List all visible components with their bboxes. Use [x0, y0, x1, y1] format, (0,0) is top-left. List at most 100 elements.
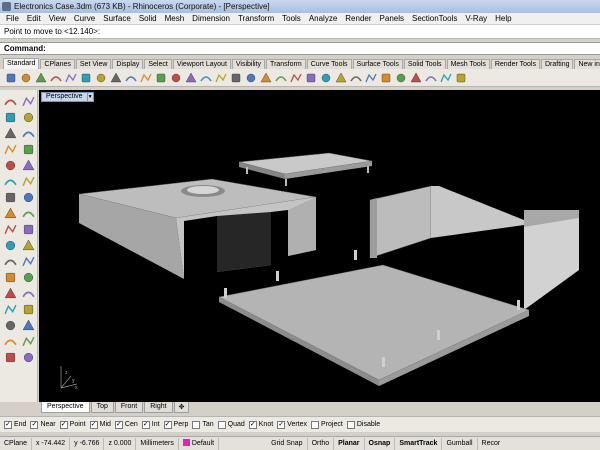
copy-icon[interactable]	[94, 71, 108, 85]
tab-display[interactable]: Display	[112, 59, 144, 69]
status-smarttrack[interactable]: SmartTrack	[395, 437, 443, 450]
sphere-icon[interactable]	[20, 206, 36, 220]
new-file-icon[interactable]	[4, 71, 18, 85]
osnap-perp[interactable]: ✓ Perp	[163, 420, 188, 429]
tab-drafting[interactable]: Drafting	[540, 59, 574, 69]
offset-icon[interactable]	[2, 174, 18, 188]
import-icon[interactable]	[64, 71, 78, 85]
menu-surface[interactable]: Surface	[99, 14, 135, 23]
osnap-disable[interactable]: Disable	[346, 420, 380, 429]
tab-perspective[interactable]: Perspective	[41, 402, 90, 413]
join-icon[interactable]	[20, 254, 36, 268]
tab-front[interactable]: Front	[114, 402, 144, 413]
checkbox[interactable]: ✓	[163, 420, 172, 429]
gear-icon[interactable]	[424, 71, 438, 85]
osnap-mid[interactable]: ✓ Mid	[89, 420, 111, 429]
check-icon[interactable]	[20, 350, 36, 364]
rectangle-icon[interactable]	[20, 142, 36, 156]
render-icon[interactable]	[364, 71, 378, 85]
split-icon[interactable]	[2, 238, 18, 252]
checkbox[interactable]: ✓	[114, 420, 123, 429]
tab-transform[interactable]: Transform	[266, 59, 306, 69]
mirror-icon[interactable]	[20, 302, 36, 316]
zoom-window-icon[interactable]	[184, 71, 198, 85]
menu-transform[interactable]: Transform	[234, 14, 278, 23]
zoom-selected-icon[interactable]	[214, 71, 228, 85]
mesh-icon[interactable]	[20, 222, 36, 236]
polyline-icon[interactable]	[2, 110, 18, 124]
tools-icon[interactable]	[439, 71, 453, 85]
wireframe-sphere-icon[interactable]	[379, 71, 393, 85]
menu-view[interactable]: View	[45, 14, 70, 23]
tab-render-tools[interactable]: Render Tools	[490, 59, 540, 69]
curve-icon[interactable]	[20, 110, 36, 124]
cut-icon[interactable]	[79, 71, 93, 85]
osnap-point[interactable]: ✓ Point	[59, 420, 86, 429]
open-folder-icon[interactable]	[19, 71, 33, 85]
tab-mesh-tools[interactable]: Mesh Tools	[446, 59, 490, 69]
checkbox[interactable]	[217, 420, 226, 429]
shaded-sphere-icon[interactable]	[394, 71, 408, 85]
print-icon[interactable]	[49, 71, 63, 85]
point-cloud-icon[interactable]	[20, 94, 36, 108]
menu-edit[interactable]: Edit	[23, 14, 45, 23]
status-grid-snap[interactable]: Grid Snap	[267, 437, 308, 450]
status-layer[interactable]: Default	[179, 437, 220, 450]
menu-curve[interactable]: Curve	[70, 14, 99, 23]
free-curve-icon[interactable]	[20, 158, 36, 172]
osnap-vertex[interactable]: ✓ Vertex	[277, 420, 307, 429]
menu-mesh[interactable]: Mesh	[161, 14, 189, 23]
copy-tool-icon[interactable]	[20, 270, 36, 284]
rendered-sphere-icon[interactable]	[409, 71, 423, 85]
tab-solid-tools[interactable]: Solid Tools	[403, 59, 446, 69]
checkbox[interactable]: ✓	[277, 420, 286, 429]
explode-icon[interactable]	[2, 254, 18, 268]
chevron-down-icon[interactable]: ▼	[87, 92, 94, 102]
pan-icon[interactable]	[139, 71, 153, 85]
zoom-icon[interactable]	[169, 71, 183, 85]
help-icon[interactable]	[454, 71, 468, 85]
layer-tool-icon[interactable]	[2, 350, 18, 364]
status-record[interactable]: Recor	[478, 438, 505, 450]
menu-file[interactable]: File	[2, 14, 23, 23]
tab-surface-tools[interactable]: Surface Tools	[352, 59, 403, 69]
checkbox[interactable]	[192, 420, 201, 429]
status-osnap[interactable]: Osnap	[365, 437, 396, 450]
add-viewport-icon[interactable]: ✥	[173, 402, 190, 413]
checkbox[interactable]: ✓	[30, 420, 39, 429]
properties-icon[interactable]	[304, 71, 318, 85]
osnap-tan[interactable]: Tan	[192, 420, 214, 429]
osnap-end[interactable]: ✓ End	[4, 420, 26, 429]
text-icon[interactable]	[20, 318, 36, 332]
command-input[interactable]	[48, 43, 596, 54]
viewport-name[interactable]: Perspective	[41, 92, 88, 102]
checkbox[interactable]: ✓	[4, 420, 12, 429]
checkbox[interactable]: ✓	[248, 420, 257, 429]
menu-panels[interactable]: Panels	[376, 14, 408, 23]
dimension-icon[interactable]	[2, 318, 18, 332]
osnap-knot[interactable]: ✓ Knot	[248, 420, 273, 429]
checkbox[interactable]: ✓	[89, 420, 98, 429]
menu-vray[interactable]: V-Ray	[461, 14, 491, 23]
undo-view-icon[interactable]	[244, 71, 258, 85]
tab-select[interactable]: Select	[144, 59, 172, 69]
menu-help[interactable]: Help	[491, 14, 515, 23]
tab-cplanes[interactable]: CPlanes	[40, 59, 75, 69]
menu-sectiontools[interactable]: SectionTools	[408, 14, 461, 23]
status-units[interactable]: Millimeters	[136, 437, 179, 450]
circle-icon[interactable]	[2, 126, 18, 140]
analyze-icon[interactable]	[2, 334, 18, 348]
tab-right[interactable]: Right	[144, 402, 173, 413]
point-icon[interactable]	[2, 94, 18, 108]
menu-solid[interactable]: Solid	[135, 14, 161, 23]
grid-icon[interactable]	[259, 71, 273, 85]
viewport-title[interactable]: Perspective ▼	[41, 92, 94, 102]
zoom-extents-icon[interactable]	[199, 71, 213, 85]
polygon-icon[interactable]	[2, 158, 18, 172]
tab-standard[interactable]: Standard	[3, 58, 40, 69]
car-icon[interactable]	[289, 71, 303, 85]
osnap-cen[interactable]: ✓ Cen	[114, 420, 138, 429]
move-icon[interactable]	[2, 270, 18, 284]
arc-icon[interactable]	[20, 126, 36, 140]
menu-render[interactable]: Render	[341, 14, 375, 23]
